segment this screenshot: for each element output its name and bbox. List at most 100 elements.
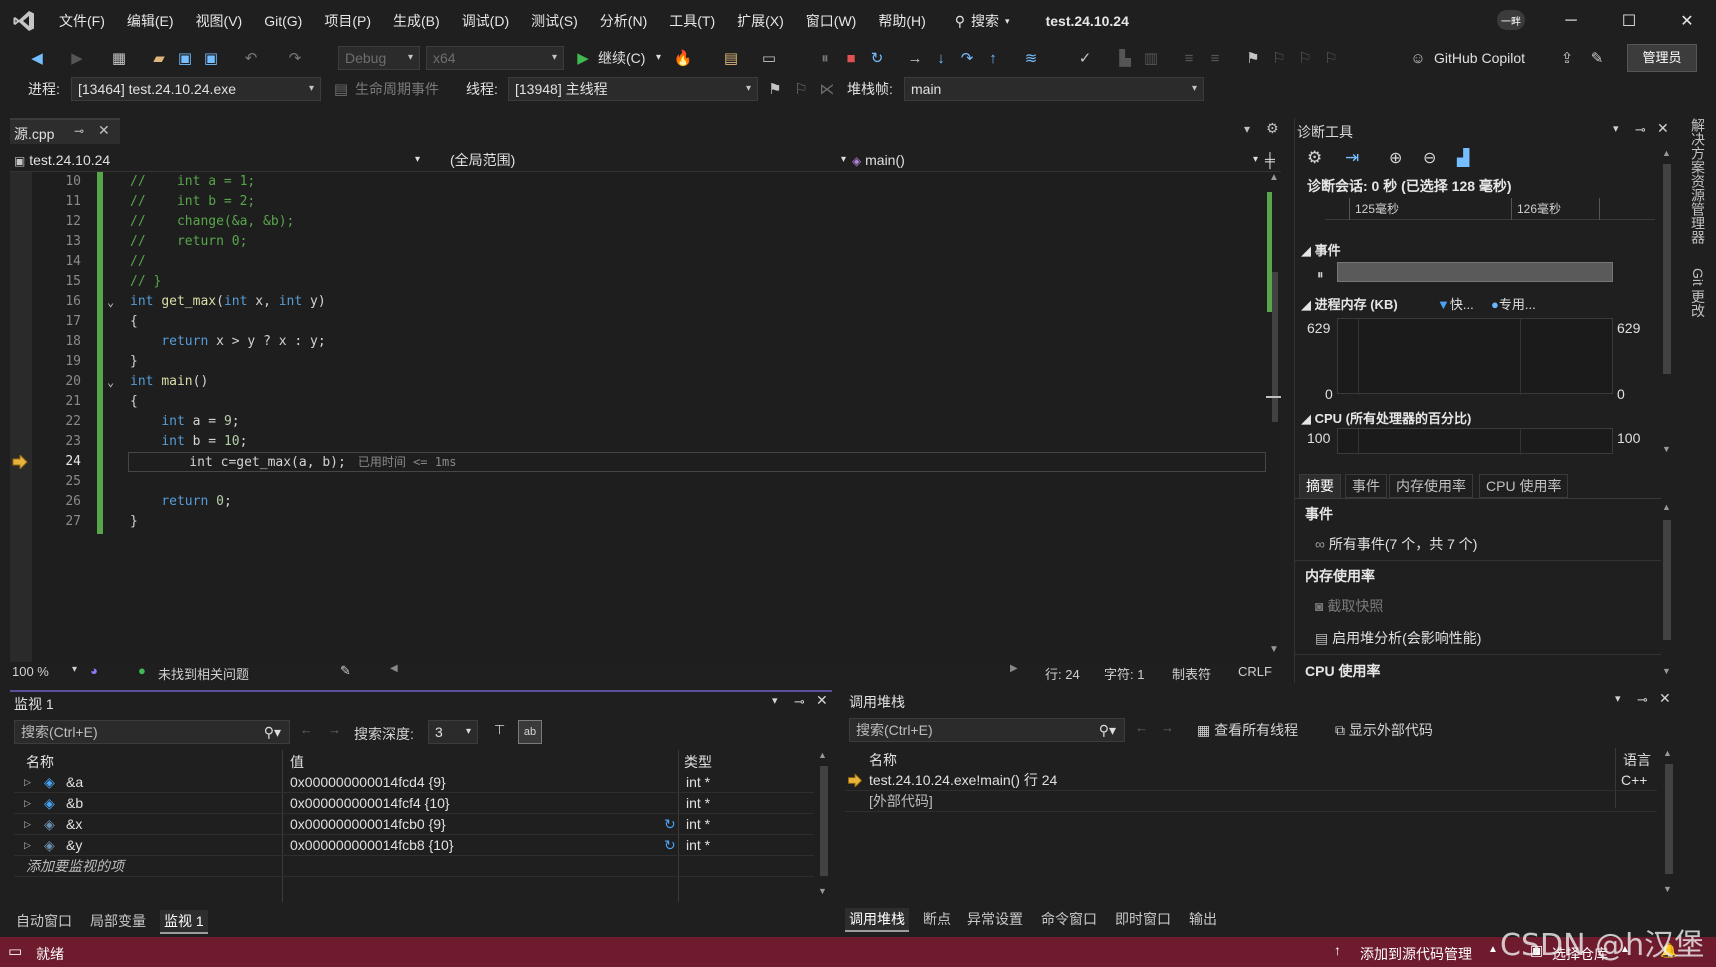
step-into-icon[interactable]: ↓: [930, 47, 952, 69]
forward-icon[interactable]: ▶: [66, 47, 88, 69]
zoom-out-icon[interactable]: ⊖: [1423, 148, 1436, 168]
copilot-button[interactable]: GitHub Copilot: [1434, 46, 1525, 70]
callstack-scrollbar[interactable]: ▲ ▼: [1663, 748, 1675, 898]
timeline-ruler[interactable]: 125毫秒 126毫秒: [1325, 198, 1655, 220]
maximize-icon[interactable]: ☐: [1600, 0, 1658, 42]
table-row[interactable]: test.24.10.24.exe!main() 行 24 C++: [845, 770, 1657, 791]
menu-project[interactable]: 项目(P): [313, 0, 382, 42]
char-indicator[interactable]: 字符: 1: [1104, 664, 1144, 683]
collapse-icon[interactable]: ⌄: [107, 292, 114, 312]
flag-all-icon[interactable]: ⚐: [790, 78, 812, 100]
account-badge[interactable]: 一畔: [1497, 10, 1525, 30]
menu-edit[interactable]: 编辑(E): [116, 0, 185, 42]
gear-icon[interactable]: ⚙: [1266, 120, 1279, 137]
uncomment-icon[interactable]: ▥: [1140, 47, 1162, 69]
close-icon[interactable]: ✕: [1657, 120, 1669, 137]
prev-bookmark-icon[interactable]: ⚐: [1268, 47, 1290, 69]
tab-memory-usage[interactable]: 内存使用率: [1389, 474, 1473, 498]
cpu-graph[interactable]: [1337, 428, 1613, 455]
outdent-icon[interactable]: ≡: [1204, 47, 1226, 69]
table-row[interactable]: ▷ ◈ &b 0x000000000014fcf4 {10} int *: [14, 793, 814, 814]
callstack-search-input[interactable]: 搜索(Ctrl+E) ⚲▾: [849, 718, 1125, 742]
layout-icon[interactable]: ▭: [758, 47, 780, 69]
line-ending[interactable]: CRLF: [1238, 664, 1272, 679]
all-events-link[interactable]: ∞ 所有事件(7 个，共 7 个): [1315, 534, 1477, 554]
stackframe-select[interactable]: main ▾: [904, 77, 1204, 101]
summary-scrollbar[interactable]: ▲ ▼: [1661, 502, 1673, 682]
pin-icon[interactable]: ⊸: [74, 124, 84, 138]
back-icon[interactable]: ◀: [26, 47, 48, 69]
column-value[interactable]: 值: [290, 752, 304, 772]
continue-icon[interactable]: ▶: [572, 47, 594, 69]
thread-select[interactable]: [13948] 主线程 ▾: [508, 77, 758, 101]
add-watch-row[interactable]: 添加要监视的项: [14, 856, 814, 877]
intellicode-icon[interactable]: ◕: [90, 663, 98, 678]
project-dropdown[interactable]: ▣ test.24.10.24 ▾: [14, 148, 424, 172]
chevron-down-icon[interactable]: ▾: [656, 46, 661, 70]
process-select[interactable]: [13464] test.24.10.24.exe ▾: [71, 77, 321, 101]
tab-watch-1[interactable]: 监视 1: [160, 910, 208, 934]
scope-dropdown[interactable]: (全局范围) ▾: [450, 148, 850, 172]
back-arrow-icon[interactable]: ←: [300, 722, 313, 737]
notification-icon[interactable]: ▭: [8, 942, 22, 960]
step-out-icon[interactable]: ↑: [982, 47, 1004, 69]
forward-arrow-icon[interactable]: →: [1161, 720, 1174, 735]
menu-analyze[interactable]: 分析(N): [589, 0, 658, 42]
minimize-icon[interactable]: ─: [1542, 0, 1600, 42]
menu-git[interactable]: Git(G): [253, 0, 313, 42]
pause-icon[interactable]: ⏸: [814, 47, 836, 69]
view-all-threads-button[interactable]: ▦ 查看所有线程: [1197, 720, 1298, 740]
chart-icon[interactable]: ▟: [1457, 148, 1469, 168]
issues-status[interactable]: 未找到相关问题: [158, 664, 249, 683]
collapse-icon[interactable]: ⌄: [107, 372, 114, 392]
table-row[interactable]: ▷ ◈ &x 0x000000000014fcb0 {9} ↻ int *: [14, 814, 814, 835]
hot-reload-icon[interactable]: 🔥: [672, 47, 694, 69]
menu-build[interactable]: 生成(B): [382, 0, 451, 42]
comment-icon[interactable]: ▙: [1114, 47, 1136, 69]
step-over-icon[interactable]: ↷: [956, 47, 978, 69]
tab-autos[interactable]: 自动窗口: [12, 910, 76, 932]
split-icon[interactable]: ⋉: [816, 78, 838, 100]
dropdown-icon[interactable]: ▾: [1615, 692, 1621, 705]
take-snapshot-button[interactable]: ◙ 截取快照: [1315, 596, 1383, 616]
zoom-in-icon[interactable]: ⊕: [1389, 148, 1402, 168]
browse-icon[interactable]: ▤: [720, 47, 742, 69]
lifecycle-events-button[interactable]: 生命周期事件: [355, 77, 439, 101]
tab-command-window[interactable]: 命令窗口: [1037, 908, 1101, 930]
menu-extensions[interactable]: 扩展(X): [726, 0, 795, 42]
memory-graph[interactable]: [1337, 318, 1613, 395]
brush-icon[interactable]: ✎: [340, 663, 351, 679]
enable-heap-profiling-button[interactable]: ▤ 启用堆分析(会影响性能): [1315, 628, 1481, 648]
next-bookmark-icon[interactable]: ⚐: [1294, 47, 1316, 69]
pin-source-icon[interactable]: ⊤: [494, 722, 505, 738]
events-timeline[interactable]: [1337, 262, 1613, 282]
hex-display-icon[interactable]: ≋: [1020, 47, 1042, 69]
share-icon[interactable]: ⇪: [1556, 47, 1578, 69]
column-type[interactable]: 类型: [684, 752, 712, 772]
close-icon[interactable]: ✕: [816, 692, 828, 709]
show-external-code-button[interactable]: ⧉ 显示外部代码: [1335, 720, 1433, 740]
function-dropdown[interactable]: ◈ main() ▾: [852, 148, 1262, 172]
column-name[interactable]: 名称: [26, 752, 54, 772]
menu-help[interactable]: 帮助(H): [867, 0, 936, 42]
pin-icon[interactable]: ⊸: [794, 694, 805, 710]
tab-git-changes[interactable]: Git 更改: [1688, 268, 1708, 318]
platform-select[interactable]: x64 ▾: [426, 46, 564, 70]
tab-output[interactable]: 输出: [1185, 908, 1221, 930]
menu-debug[interactable]: 调试(D): [451, 0, 520, 42]
new-project-icon[interactable]: ▦: [108, 47, 130, 69]
code-editor[interactable]: 10// int a = 1; 11// int b = 2; 12// cha…: [10, 172, 1266, 662]
spell-check-icon[interactable]: ✓: [1074, 47, 1096, 69]
tab-events[interactable]: 事件: [1345, 474, 1387, 498]
show-next-statement-icon[interactable]: →: [904, 47, 926, 69]
refresh-icon[interactable]: ↻: [664, 814, 676, 835]
tab-immediate-window[interactable]: 即时窗口: [1111, 908, 1175, 930]
tab-cpu-usage[interactable]: CPU 使用率: [1479, 474, 1569, 498]
hex-toggle-icon[interactable]: ab: [518, 720, 542, 744]
close-tab-icon[interactable]: ✕: [98, 122, 110, 139]
table-row[interactable]: ▷ ◈ &y 0x000000000014fcb8 {10} ↻ int *: [14, 835, 814, 856]
watch-search-input[interactable]: 搜索(Ctrl+E) ⚲▾: [14, 720, 290, 744]
close-icon[interactable]: ✕: [1658, 0, 1716, 42]
pin-icon[interactable]: ⊸: [1637, 692, 1648, 708]
open-folder-icon[interactable]: ▰: [148, 47, 170, 69]
